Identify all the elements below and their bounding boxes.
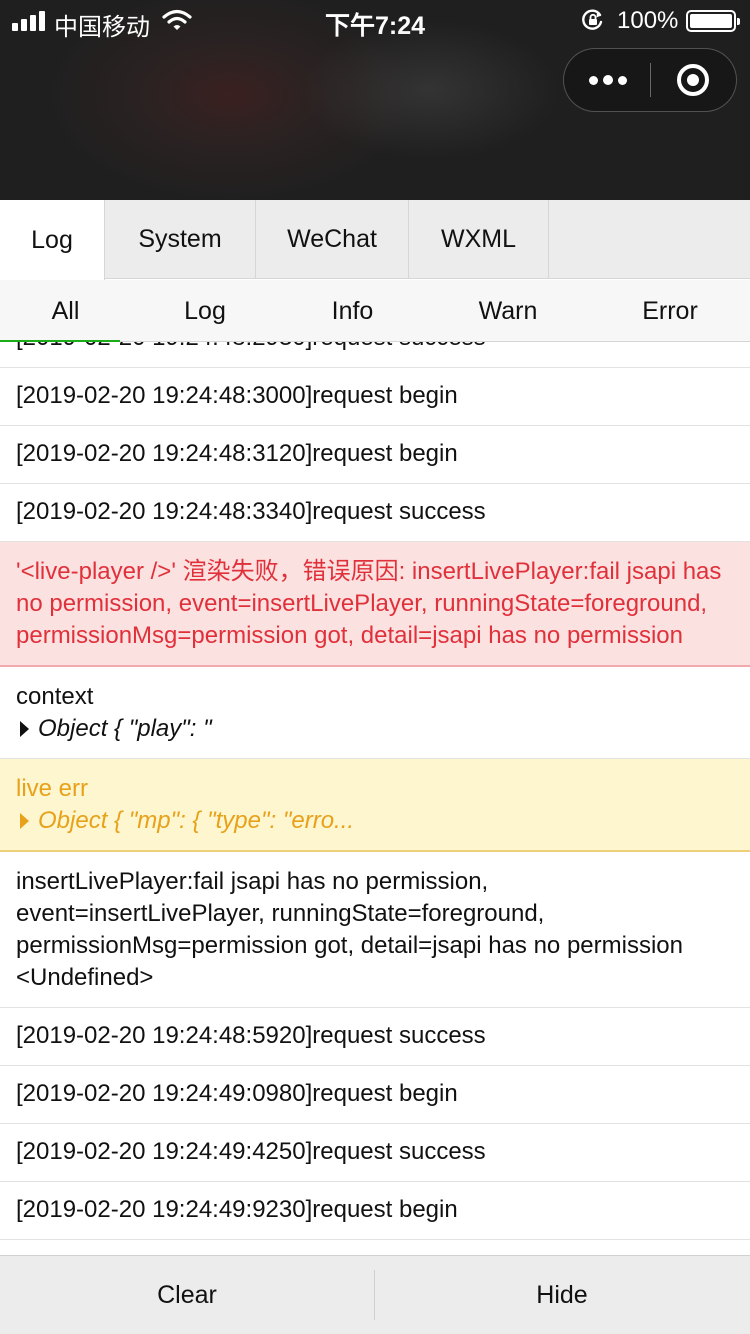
video-header: 中国移动 下午7:24 100%: [0, 0, 750, 200]
orientation-lock-icon: [582, 9, 603, 30]
log-filter-tabs: All Log Info Warn Error: [0, 280, 750, 342]
mini-program-capsule: [563, 48, 737, 112]
log-entry: [2019-02-20 19:24:49:9230]request begin: [0, 1182, 750, 1240]
context-object-toggle[interactable]: Object { "play": ": [16, 713, 734, 745]
tab-system[interactable]: System: [105, 200, 256, 279]
filter-error[interactable]: Error: [590, 280, 750, 342]
log-entry: [2019-02-20 19:24:48:3120]request begin: [0, 426, 750, 484]
log-list: [2019-02-20 19:24:48:2930]request succes…: [0, 342, 750, 1240]
tab-log[interactable]: Log: [0, 200, 105, 280]
status-bar: 中国移动 下午7:24 100%: [0, 0, 750, 41]
target-circle-icon[interactable]: [651, 49, 737, 111]
live-err-label: live err: [16, 775, 89, 802]
log-entry: [2019-02-20 19:24:49:0980]request begin: [0, 1066, 750, 1124]
filter-all[interactable]: All: [0, 280, 131, 342]
more-dots-icon[interactable]: [564, 49, 650, 111]
clear-button[interactable]: Clear: [0, 1256, 374, 1334]
filter-log[interactable]: Log: [131, 280, 279, 342]
tab-wechat[interactable]: WeChat: [256, 200, 409, 279]
log-entry: [2019-02-20 19:24:48:5920]request succes…: [0, 1008, 750, 1066]
context-object-preview: Object { "play": ": [38, 715, 212, 742]
filter-warn[interactable]: Warn: [426, 280, 590, 342]
expand-triangle-icon: [20, 721, 29, 737]
context-label: context: [16, 683, 94, 710]
log-scroll-area[interactable]: [2019-02-20 19:24:48:2930]request succes…: [0, 342, 750, 1255]
tab-wxml[interactable]: WXML: [409, 200, 549, 279]
hide-button[interactable]: Hide: [375, 1256, 749, 1334]
filter-info[interactable]: Info: [279, 280, 426, 342]
log-entry: [2019-02-20 19:24:48:3000]request begin: [0, 368, 750, 426]
expand-triangle-icon: [20, 813, 29, 829]
live-err-object-toggle[interactable]: Object { "mp": { "type": "erro...: [16, 805, 734, 837]
error-log-entry: '<live-player />' 渲染失败，错误原因: insertLiveP…: [0, 542, 750, 667]
warn-log-entry: live err Object { "mp": { "type": "erro.…: [0, 759, 750, 852]
battery-icon: [686, 10, 740, 32]
live-err-object-preview: Object { "mp": { "type": "erro...: [38, 807, 355, 834]
context-log-entry: context Object { "play": ": [0, 667, 750, 759]
vconsole-main-tabs: Log System WeChat WXML: [0, 200, 750, 280]
battery-percentage: 100%: [617, 7, 679, 34]
log-entry: [2019-02-20 19:24:48:3340]request succes…: [0, 484, 750, 542]
vconsole-toolbar: Clear Hide: [0, 1255, 750, 1334]
log-entry: [2019-02-20 19:24:49:4250]request succes…: [0, 1124, 750, 1182]
log-entry: [2019-02-20 19:24:48:2930]request succes…: [0, 342, 750, 368]
log-entry: insertLivePlayer:fail jsapi has no permi…: [0, 852, 750, 1008]
